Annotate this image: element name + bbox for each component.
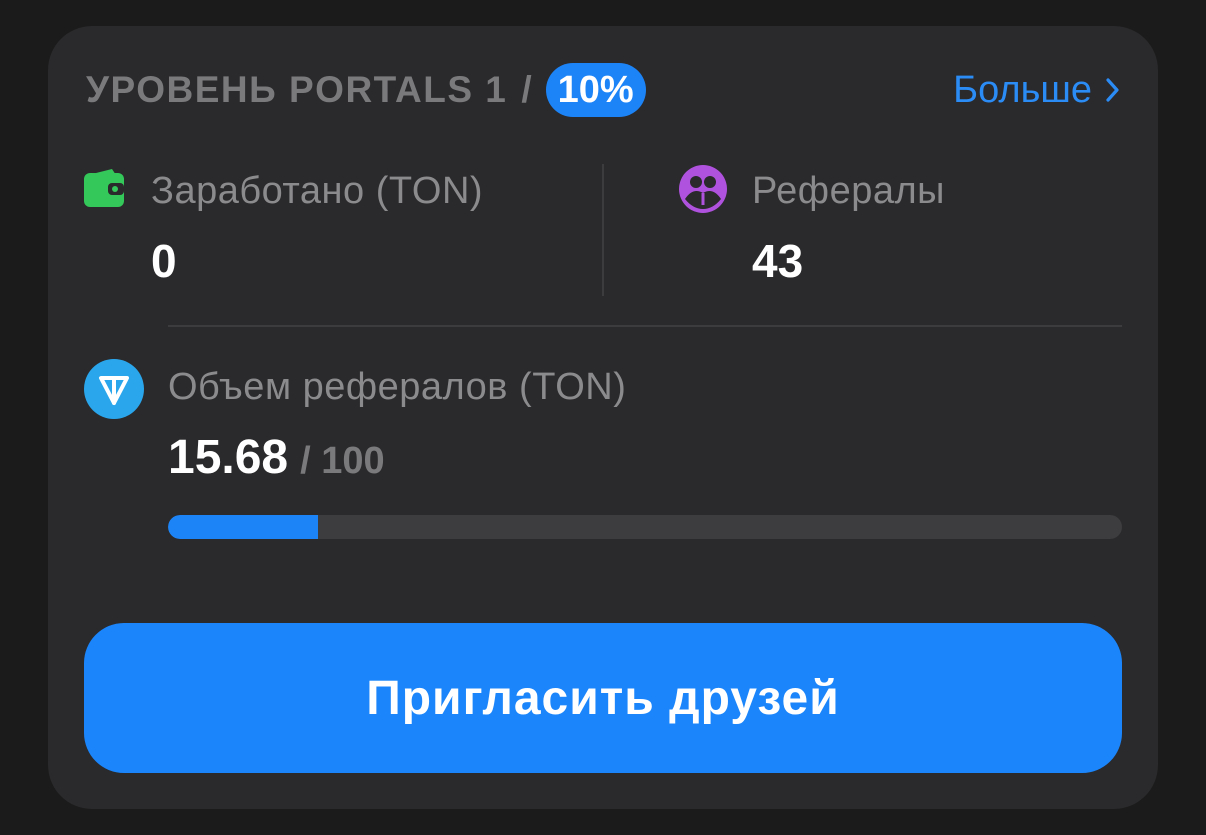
referrals-value: 43 (752, 235, 804, 287)
people-icon (679, 165, 727, 213)
volume-stat: Объем рефералов (TON) (168, 364, 626, 410)
chevron-right-icon (1106, 78, 1119, 102)
referrals-label: Рефералы (752, 170, 945, 212)
volume-value-row: 15.68 / 100 (168, 430, 385, 485)
volume-progress-fill (168, 515, 318, 539)
more-link-label: Больше (953, 68, 1092, 111)
volume-max: / 100 (300, 440, 385, 482)
invite-friends-button[interactable]: Пригласить друзей (84, 623, 1122, 773)
earned-stat: Заработано (TON) 0 (151, 168, 483, 289)
level-title: УРОВЕНЬ PORTALS 1 (86, 69, 508, 110)
level-separator: / (521, 69, 532, 110)
volume-progress-bar (168, 515, 1122, 539)
earned-value: 0 (151, 235, 177, 287)
section-divider (168, 325, 1122, 327)
referrals-stat: Рефералы 43 (752, 168, 945, 289)
earned-label: Заработано (TON) (151, 170, 484, 212)
volume-label: Объем рефералов (TON) (168, 366, 627, 408)
stats-divider (602, 164, 604, 296)
referral-card: УРОВЕНЬ PORTALS 1 / 10% Больше Заработан… (48, 26, 1158, 809)
card-header: УРОВЕНЬ PORTALS 1 / 10% Больше (86, 62, 1120, 118)
ton-icon (84, 359, 144, 419)
more-link[interactable]: Больше (953, 69, 1120, 112)
percent-badge: 10% (545, 63, 646, 117)
wallet-icon (84, 169, 124, 207)
volume-value: 15.68 (168, 431, 289, 484)
level-info: УРОВЕНЬ PORTALS 1 / 10% (86, 63, 646, 117)
